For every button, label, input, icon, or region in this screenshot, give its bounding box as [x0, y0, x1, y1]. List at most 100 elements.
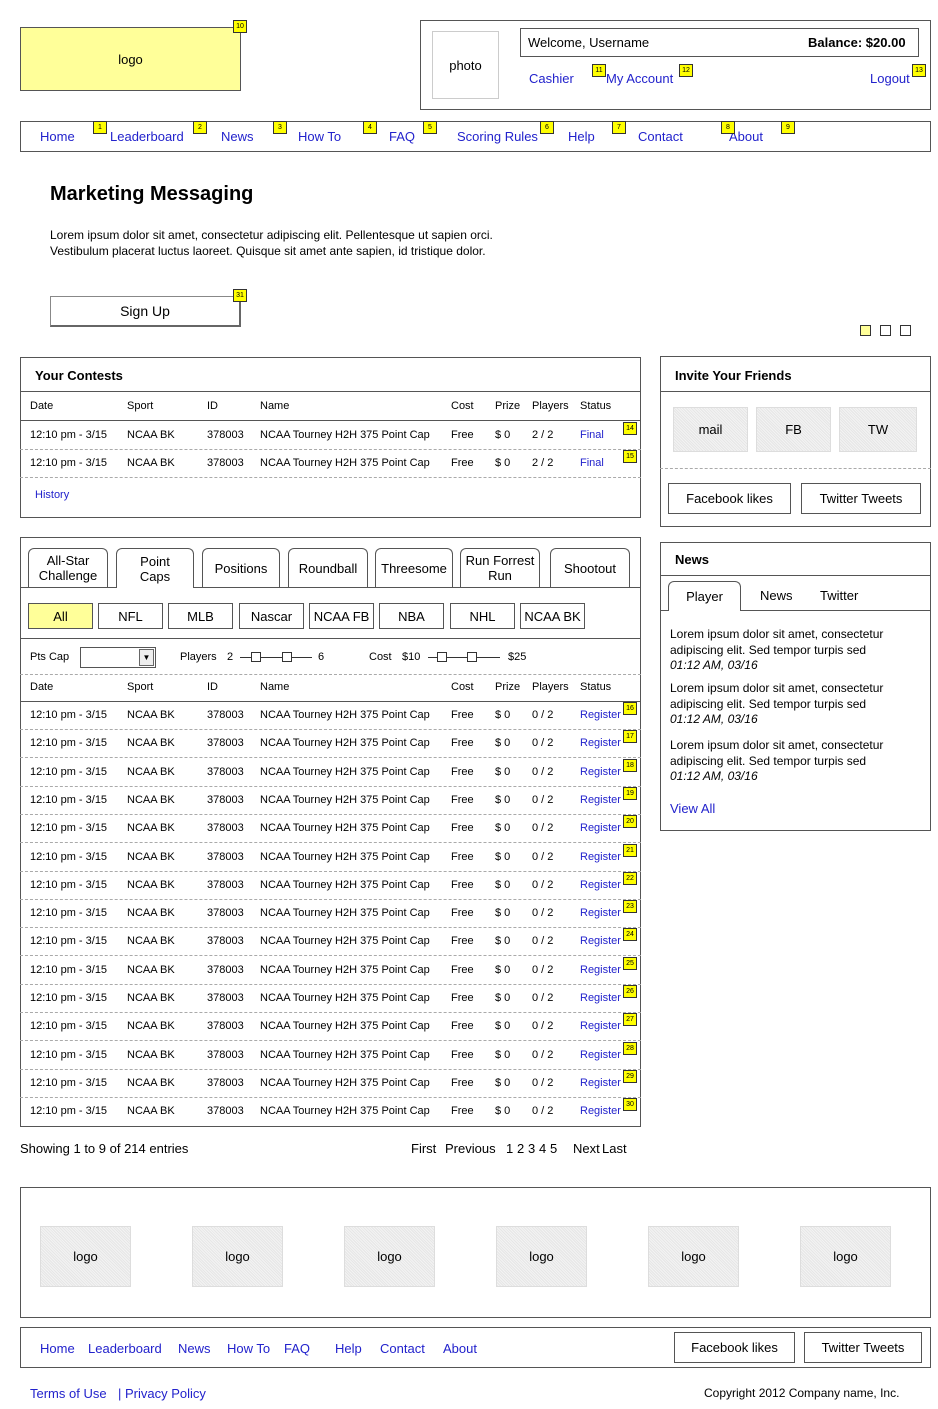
- register-link[interactable]: Register: [580, 907, 621, 919]
- carousel-dot-2[interactable]: [880, 325, 891, 336]
- nav-scoring-rules[interactable]: Scoring Rules: [457, 129, 538, 144]
- filter-ncaa-bk[interactable]: NCAA BK: [520, 603, 585, 629]
- register-link[interactable]: Register: [580, 992, 621, 1004]
- register-link[interactable]: Register: [580, 794, 621, 806]
- footer-nav-leaderboard[interactable]: Leaderboard: [88, 1341, 162, 1356]
- register-link[interactable]: Register: [580, 822, 621, 834]
- register-link[interactable]: Register: [580, 851, 621, 863]
- register-link[interactable]: Register: [580, 709, 621, 721]
- register-link[interactable]: Register: [580, 964, 621, 976]
- players-slider-max-handle[interactable]: [282, 652, 292, 662]
- cost-slider-max-handle[interactable]: [467, 652, 477, 662]
- tab-threesome[interactable]: Threesome: [375, 548, 453, 587]
- register-link[interactable]: Register: [580, 1105, 621, 1117]
- cell-sport: NCAA BK: [127, 1077, 175, 1089]
- news-tab-player[interactable]: Player: [668, 581, 741, 611]
- sponsor-logo[interactable]: logo: [648, 1226, 739, 1287]
- tab-shootout[interactable]: Shootout: [550, 548, 630, 587]
- sponsor-logo[interactable]: logo: [496, 1226, 587, 1287]
- user-photo: photo: [432, 31, 499, 99]
- pts-cap-select[interactable]: ▼: [80, 647, 156, 668]
- tab-roundball[interactable]: Roundball: [288, 548, 368, 587]
- news-tab-twitter[interactable]: Twitter: [820, 588, 858, 603]
- cell-prize: $ 0: [495, 822, 511, 834]
- players-slider-min-handle[interactable]: [251, 652, 261, 662]
- history-link[interactable]: History: [35, 489, 69, 501]
- pagination-page-4[interactable]: 4: [539, 1141, 546, 1156]
- footer-nav-home[interactable]: Home: [40, 1341, 75, 1356]
- cell-date: 12:10 pm - 3/15: [30, 1049, 108, 1061]
- register-link[interactable]: Register: [580, 935, 621, 947]
- pagination-page-5[interactable]: 5: [550, 1141, 557, 1156]
- nav-faq[interactable]: FAQ: [389, 129, 415, 144]
- pagination-last[interactable]: Last: [602, 1141, 627, 1156]
- terms-of-use-link[interactable]: Terms of Use: [30, 1386, 107, 1401]
- filter-nba[interactable]: NBA: [379, 603, 444, 629]
- footer-facebook-likes-button[interactable]: Facebook likes: [674, 1332, 795, 1363]
- filter-nhl[interactable]: NHL: [450, 603, 515, 629]
- final-link[interactable]: Final: [580, 429, 604, 441]
- site-logo[interactable]: logo: [20, 27, 241, 91]
- facebook-likes-button[interactable]: Facebook likes: [668, 483, 791, 514]
- twitter-share-button[interactable]: TW: [839, 407, 917, 452]
- pagination-first[interactable]: First: [411, 1141, 436, 1156]
- footer-nav-contact[interactable]: Contact: [380, 1341, 425, 1356]
- privacy-policy-link[interactable]: | Privacy Policy: [118, 1386, 206, 1401]
- register-link[interactable]: Register: [580, 1020, 621, 1032]
- col-id: ID: [207, 681, 218, 693]
- footer-nav-faq[interactable]: FAQ: [284, 1341, 310, 1356]
- sign-up-button[interactable]: Sign Up: [50, 296, 241, 327]
- register-link[interactable]: Register: [580, 766, 621, 778]
- register-link[interactable]: Register: [580, 879, 621, 891]
- register-link[interactable]: Register: [580, 1077, 621, 1089]
- register-link[interactable]: Register: [580, 1049, 621, 1061]
- filter-nascar[interactable]: Nascar: [239, 603, 304, 629]
- carousel-dot-3[interactable]: [900, 325, 911, 336]
- pagination-page-2[interactable]: 2: [517, 1141, 524, 1156]
- pagination-page-3[interactable]: 3: [528, 1141, 535, 1156]
- divider: [20, 587, 116, 588]
- news-tab-news[interactable]: News: [760, 588, 793, 603]
- facebook-share-button[interactable]: FB: [756, 407, 831, 452]
- footer-nav-help[interactable]: Help: [335, 1341, 362, 1356]
- footer-nav-about[interactable]: About: [443, 1341, 477, 1356]
- register-link[interactable]: Register: [580, 737, 621, 749]
- footer-nav-how-to[interactable]: How To: [227, 1341, 270, 1356]
- footer-nav-news[interactable]: News: [178, 1341, 211, 1356]
- footer-twitter-tweets-button[interactable]: Twitter Tweets: [804, 1332, 922, 1363]
- sponsor-logo[interactable]: logo: [40, 1226, 131, 1287]
- view-all-link[interactable]: View All: [670, 801, 715, 816]
- cell-date: 12:10 pm - 3/15: [30, 851, 108, 863]
- logout-link[interactable]: Logout: [870, 71, 910, 86]
- filter-mlb[interactable]: MLB: [168, 603, 233, 629]
- nav-leaderboard[interactable]: Leaderboard: [110, 129, 184, 144]
- cell-id: 378003: [207, 737, 244, 749]
- pagination-previous[interactable]: Previous: [445, 1141, 496, 1156]
- final-link[interactable]: Final: [580, 457, 604, 469]
- nav-help[interactable]: Help: [568, 129, 595, 144]
- filter-all[interactable]: All: [28, 603, 93, 629]
- tab-point-caps[interactable]: Point Caps: [116, 548, 194, 588]
- annotation-badge: 30: [623, 1098, 637, 1111]
- cashier-link[interactable]: Cashier: [529, 71, 574, 86]
- pagination-next[interactable]: Next: [573, 1141, 600, 1156]
- tab-positions[interactable]: Positions: [202, 548, 280, 587]
- nav-home[interactable]: Home: [40, 129, 75, 144]
- tab-run-forrest-run[interactable]: Run Forrest Run: [460, 548, 540, 587]
- cost-slider-min-handle[interactable]: [437, 652, 447, 662]
- sponsor-logo[interactable]: logo: [800, 1226, 891, 1287]
- annotation-badge: 20: [623, 815, 637, 828]
- nav-how-to[interactable]: How To: [298, 129, 341, 144]
- pagination-page-1[interactable]: 1: [506, 1141, 513, 1156]
- my-account-link[interactable]: My Account: [606, 71, 673, 86]
- nav-contact[interactable]: Contact: [638, 129, 683, 144]
- sponsor-logo[interactable]: logo: [344, 1226, 435, 1287]
- twitter-tweets-button[interactable]: Twitter Tweets: [801, 483, 921, 514]
- nav-news[interactable]: News: [221, 129, 254, 144]
- mail-share-button[interactable]: mail: [673, 407, 748, 452]
- carousel-dot-1[interactable]: [860, 325, 871, 336]
- tab-all-star-challenge[interactable]: All-Star Challenge: [28, 548, 108, 587]
- sponsor-logo[interactable]: logo: [192, 1226, 283, 1287]
- filter-nfl[interactable]: NFL: [98, 603, 163, 629]
- filter-ncaa-fb[interactable]: NCAA FB: [309, 603, 374, 629]
